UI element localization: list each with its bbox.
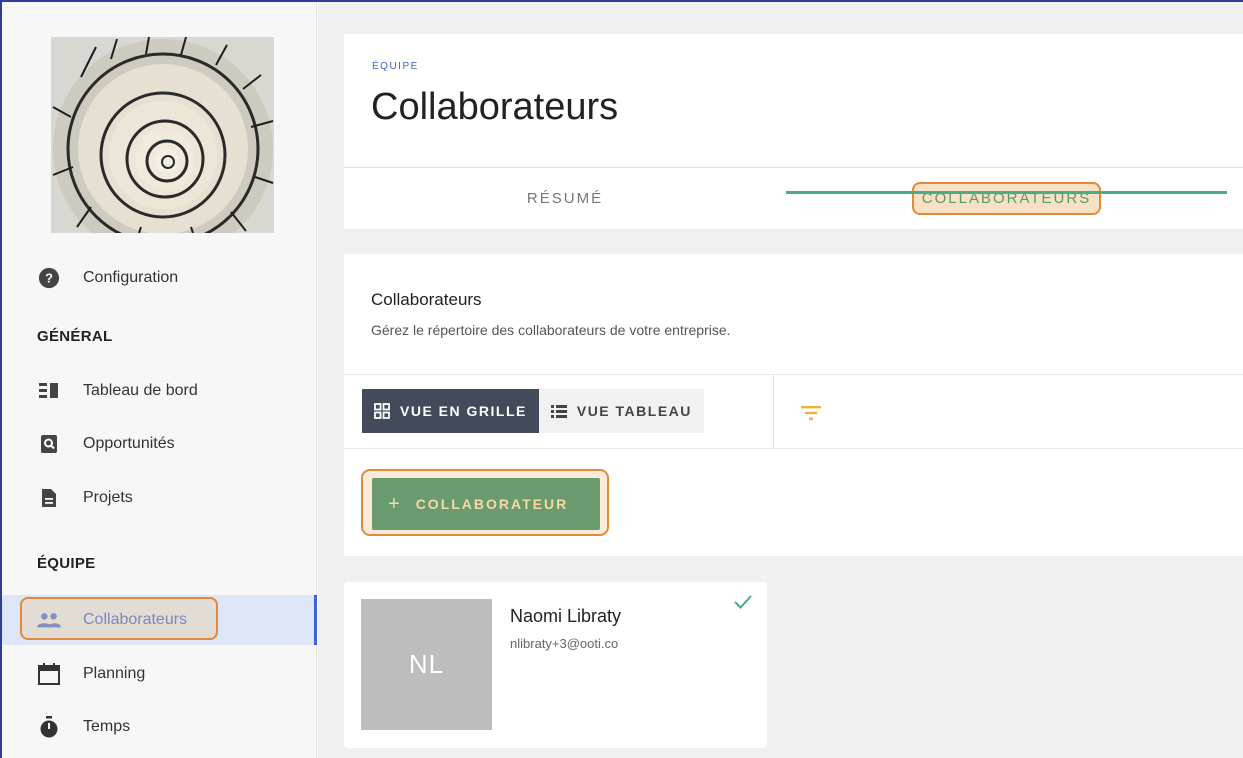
view-toggle: VUE EN GRILLE VUE TABLEAU <box>362 389 704 433</box>
breadcrumb: ÉQUIPE <box>372 61 419 72</box>
add-collaborator-label: COLLABORATEUR <box>415 496 569 512</box>
sidebar-item-dashboard[interactable]: Tableau de bord <box>2 366 317 416</box>
sidebar-section-team: ÉQUIPE <box>37 555 96 572</box>
tab-label: COLLABORATEURS <box>911 181 1102 215</box>
company-logo-image <box>51 37 274 233</box>
sidebar-item-configuration[interactable]: ? Configuration <box>2 253 317 303</box>
svg-text:?: ? <box>45 271 53 286</box>
sidebar: ? Configuration GÉNÉRAL Tableau de bord … <box>2 2 317 758</box>
grid-view-label: VUE EN GRILLE <box>400 403 527 419</box>
list-icon <box>550 404 567 418</box>
collaborator-card[interactable]: NL Naomi Libraty nlibraty+3@ooti.co <box>344 582 767 748</box>
page-header: ÉQUIPE Collaborateurs RÉSUMÉ COLLABORATE… <box>344 34 1243 229</box>
help-circle-icon: ? <box>37 266 61 290</box>
active-tab-indicator <box>786 191 1227 194</box>
sidebar-item-label: Projets <box>83 489 133 506</box>
collaborators-section: Collaborateurs Gérez le répertoire des c… <box>344 254 1243 556</box>
calendar-icon <box>37 662 61 686</box>
sidebar-item-label: Temps <box>83 718 131 735</box>
tab-label: RÉSUMÉ <box>526 189 604 207</box>
toolbar-divider <box>344 374 1243 375</box>
toolbar-divider <box>344 448 1243 449</box>
sidebar-item-highlight <box>20 597 218 640</box>
grid-view-button[interactable]: VUE EN GRILLE <box>362 389 539 433</box>
filter-icon[interactable] <box>799 401 823 425</box>
plus-icon: + <box>388 492 402 515</box>
sidebar-section-general: GÉNÉRAL <box>37 328 113 345</box>
sidebar-item-label: Tableau de bord <box>83 382 198 399</box>
add-collaborator-highlight: + COLLABORATEUR <box>361 469 609 536</box>
section-subtitle: Gérez le répertoire des collaborateurs d… <box>371 322 731 338</box>
sidebar-item-projects[interactable]: Projets <box>2 473 317 523</box>
sidebar-item-label: Configuration <box>83 269 179 286</box>
table-view-label: VUE TABLEAU <box>576 403 692 419</box>
stopwatch-icon <box>37 715 61 739</box>
sidebar-item-planning[interactable]: Planning <box>2 649 317 699</box>
avatar: NL <box>361 599 492 730</box>
sidebar-item-label: Planning <box>83 665 146 682</box>
section-title: Collaborateurs <box>371 290 482 309</box>
dashboard-icon <box>37 379 61 403</box>
collaborator-email: nlibraty+3@ooti.co <box>510 636 619 651</box>
check-icon <box>734 594 754 614</box>
search-doc-icon <box>37 432 61 456</box>
page-title: Collaborateurs <box>371 86 619 128</box>
tab-collaborators[interactable]: COLLABORATEURS <box>786 168 1227 228</box>
table-view-button[interactable]: VUE TABLEAU <box>539 389 704 433</box>
sidebar-item-label: Opportunités <box>83 435 175 452</box>
sidebar-item-opportunities[interactable]: Opportunités <box>2 419 317 469</box>
grid-icon <box>374 403 390 419</box>
tab-summary[interactable]: RÉSUMÉ <box>344 168 786 228</box>
spiral-staircase-icon <box>51 37 274 233</box>
toolbar-separator <box>773 374 774 448</box>
add-collaborator-button[interactable]: + COLLABORATEUR <box>372 478 600 530</box>
collaborator-name: Naomi Libraty <box>510 606 622 626</box>
document-icon <box>37 486 61 510</box>
main-content: ÉQUIPE Collaborateurs RÉSUMÉ COLLABORATE… <box>318 2 1243 758</box>
sidebar-item-time[interactable]: Temps <box>2 702 317 752</box>
